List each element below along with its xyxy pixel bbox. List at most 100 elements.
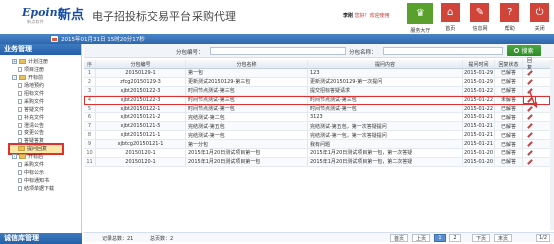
sidebar-item[interactable]: 场地预约 xyxy=(0,82,81,90)
sidebar-footer[interactable]: 诚信库管理 xyxy=(0,233,82,244)
sidebar-item[interactable]: - 开标前 xyxy=(0,74,81,82)
reply-status: 已解答 xyxy=(495,104,523,113)
reply-button[interactable] xyxy=(523,140,536,148)
expander-icon[interactable]: - xyxy=(12,154,17,160)
search-button-label: 搜索 xyxy=(521,48,534,55)
grid-body: 1 20150129-1 第一包 123 2015-01-29 已解答 2 zfcg20150… xyxy=(84,69,550,167)
col-info[interactable]: 提问内容 xyxy=(308,60,463,68)
expander-icon[interactable]: - xyxy=(12,75,17,81)
grid-scrollbar[interactable] xyxy=(550,60,554,230)
logo-latin: Epoint xyxy=(22,6,63,19)
question-date: 2015-01-22 xyxy=(463,95,495,104)
sidebar-item[interactable]: 招标文件 xyxy=(0,90,81,98)
sidebar-item[interactable]: 提问回复 xyxy=(8,142,64,155)
reply-button[interactable] xyxy=(523,122,536,130)
row-num: 7 xyxy=(84,122,96,131)
table-row[interactable]: 2 zfcg20150129-3 更新测试20150129-第三包 更新测试20150… xyxy=(84,77,550,87)
calendar-icon xyxy=(51,36,58,42)
current-datetime: 2015年01月31日 15时20分17秒 xyxy=(61,37,145,43)
nav-service-hall[interactable]: ♛ 服务大厅 xyxy=(405,2,435,34)
package-code: xjbt20150122-3 xyxy=(96,86,186,95)
reply-button[interactable] xyxy=(523,113,536,121)
table-row[interactable]: 6 xjbt20150121-2 完结测试-第二包 3123 2015-01-21 已解答 xyxy=(84,113,550,123)
package-name: 时间节点测试-第三包 xyxy=(186,95,308,104)
package-name-input[interactable] xyxy=(383,47,503,55)
col-num[interactable]: 序 xyxy=(84,60,96,68)
sidebar-item[interactable]: 澄清公告 xyxy=(0,121,81,129)
nav-info-net[interactable]: ✎ 信息网 xyxy=(464,2,495,34)
sidebar-item[interactable]: 变更公告 xyxy=(0,129,81,137)
reply-status: 已解答 xyxy=(495,131,523,140)
next-page-button[interactable]: 下页 xyxy=(472,234,490,242)
document-icon xyxy=(18,106,22,112)
table-row[interactable]: 3 xjbt20150122-3 时间节点测试-第三包 提交招标答疑请求 2015-01… xyxy=(84,86,550,96)
search-button[interactable]: 搜索 xyxy=(507,45,541,56)
page-indicator[interactable]: 1/2 xyxy=(536,234,550,242)
col-status[interactable]: 回复状态 xyxy=(495,60,523,68)
sidebar-item[interactable]: 中标通知书 xyxy=(0,176,81,184)
table-row[interactable]: 4 xjbt20150122-3 时间节点测试-第三包 时间节点测试-第三包 2015-… xyxy=(84,95,550,105)
reply-button[interactable] xyxy=(523,158,536,166)
nav-help[interactable]: ? 帮助 xyxy=(494,2,524,34)
col-code[interactable]: 分包编号 xyxy=(96,60,186,68)
sidebar-item[interactable]: + 计划注册 xyxy=(0,58,81,66)
reply-button[interactable] xyxy=(523,69,536,77)
document-icon xyxy=(18,177,22,183)
col-date[interactable]: 提问时间 xyxy=(463,60,495,68)
question-content: 123 xyxy=(308,69,463,77)
table-row[interactable]: 9 xjbtcg20150121-1 第一分包 我有问题 2015-01-21 已解答 xyxy=(84,140,550,150)
col-name[interactable]: 分包名称 xyxy=(186,60,308,68)
document-icon xyxy=(18,83,22,89)
col-reply: 回复 xyxy=(526,58,532,71)
logo-sub: 新点软件 xyxy=(27,19,44,24)
page-1-button[interactable]: 1 xyxy=(434,234,446,242)
table-row[interactable]: 11 20150120-1 2015年1月20日测试项目第一包 2015年1月20日测… xyxy=(84,157,550,167)
search-icon xyxy=(514,48,520,53)
table-row[interactable]: 7 xjbt20150121-5 完结测试-第五包 完结测试-第五包，第一次答疑提问 2… xyxy=(84,122,550,132)
reply-button[interactable] xyxy=(523,78,536,86)
table-row[interactable]: 1 20150129-1 第一包 123 2015-01-29 已解答 xyxy=(84,69,550,78)
pager: 记录总数：21 总页数：2 首页 上页 1 2 下页 末页 1/2 xyxy=(84,232,554,242)
page-2-button[interactable]: 2 xyxy=(449,234,461,242)
table-row[interactable]: 8 xjbt20150121-1 完结测试-第一包 完结测试-第一包，第一次答疑提问 2… xyxy=(84,131,550,141)
sidebar-item[interactable]: - 开标后 xyxy=(0,153,81,161)
question-content: 提交招标答疑请求 xyxy=(308,86,463,95)
sidebar-item[interactable]: 结项单据下载 xyxy=(0,184,81,192)
document-icon xyxy=(18,185,22,191)
reply-status: 已解答 xyxy=(495,157,523,166)
table-row[interactable]: 10 20150120-1 2015年1月20日测试项目第一包 2015年1月20日测… xyxy=(84,149,550,158)
reply-status: 已解答 xyxy=(495,113,523,122)
package-code-input[interactable] xyxy=(210,47,346,55)
sidebar-item[interactable]: 项目注册 xyxy=(0,66,81,74)
package-name: 第一分包 xyxy=(186,140,308,149)
sidebar: 业务管理 + 计划注册 项目注册 - 开标前 场地预约 招标文件 采购文件 答疑文件 补充文件 澄清… xyxy=(0,44,82,244)
sidebar-item-label: 场地预约 xyxy=(24,83,45,90)
reply-button[interactable] xyxy=(523,131,536,139)
expander-icon[interactable]: + xyxy=(12,59,17,65)
nav-home[interactable]: ⌂ 首页 xyxy=(434,2,465,34)
sidebar-item[interactable]: 采购文件 xyxy=(0,161,81,169)
document-icon xyxy=(18,122,22,128)
sidebar-tree: + 计划注册 项目注册 - 开标前 场地预约 招标文件 采购文件 答疑文件 补充文件 澄清公告 变更公… xyxy=(0,58,81,192)
last-page-button[interactable]: 末页 xyxy=(494,234,512,242)
question-date: 2015-01-21 xyxy=(463,140,495,149)
sidebar-item[interactable]: 答疑答复 xyxy=(0,137,81,145)
reply-button[interactable] xyxy=(523,149,536,157)
folder-icon xyxy=(19,59,26,65)
total-records: 记录总数：21 xyxy=(102,236,134,242)
package-name: 完结测试-第二包 xyxy=(186,113,308,122)
first-page-button[interactable]: 首页 xyxy=(390,234,408,242)
table-row[interactable]: 5 xjbt20150122-1 时间节点测试-第一包 时间节点测试-第一包 2015-… xyxy=(84,104,550,114)
folder-icon xyxy=(19,75,26,81)
annotation-arrow-icon xyxy=(529,91,537,108)
nav-close[interactable]: ⏻ 关闭 xyxy=(524,2,554,34)
sidebar-item-label: 变更公告 xyxy=(24,130,45,137)
prev-page-button[interactable]: 上页 xyxy=(412,234,430,242)
document-icon xyxy=(18,130,22,136)
module-title: 采购代理 xyxy=(192,10,236,23)
row-num: 10 xyxy=(84,149,96,157)
sidebar-item[interactable]: 采购文件 xyxy=(0,97,81,105)
sidebar-item[interactable]: 中标公示 xyxy=(0,168,81,176)
sidebar-item[interactable]: 答疑文件 xyxy=(0,105,81,113)
sidebar-item[interactable]: 补充文件 xyxy=(0,113,81,121)
